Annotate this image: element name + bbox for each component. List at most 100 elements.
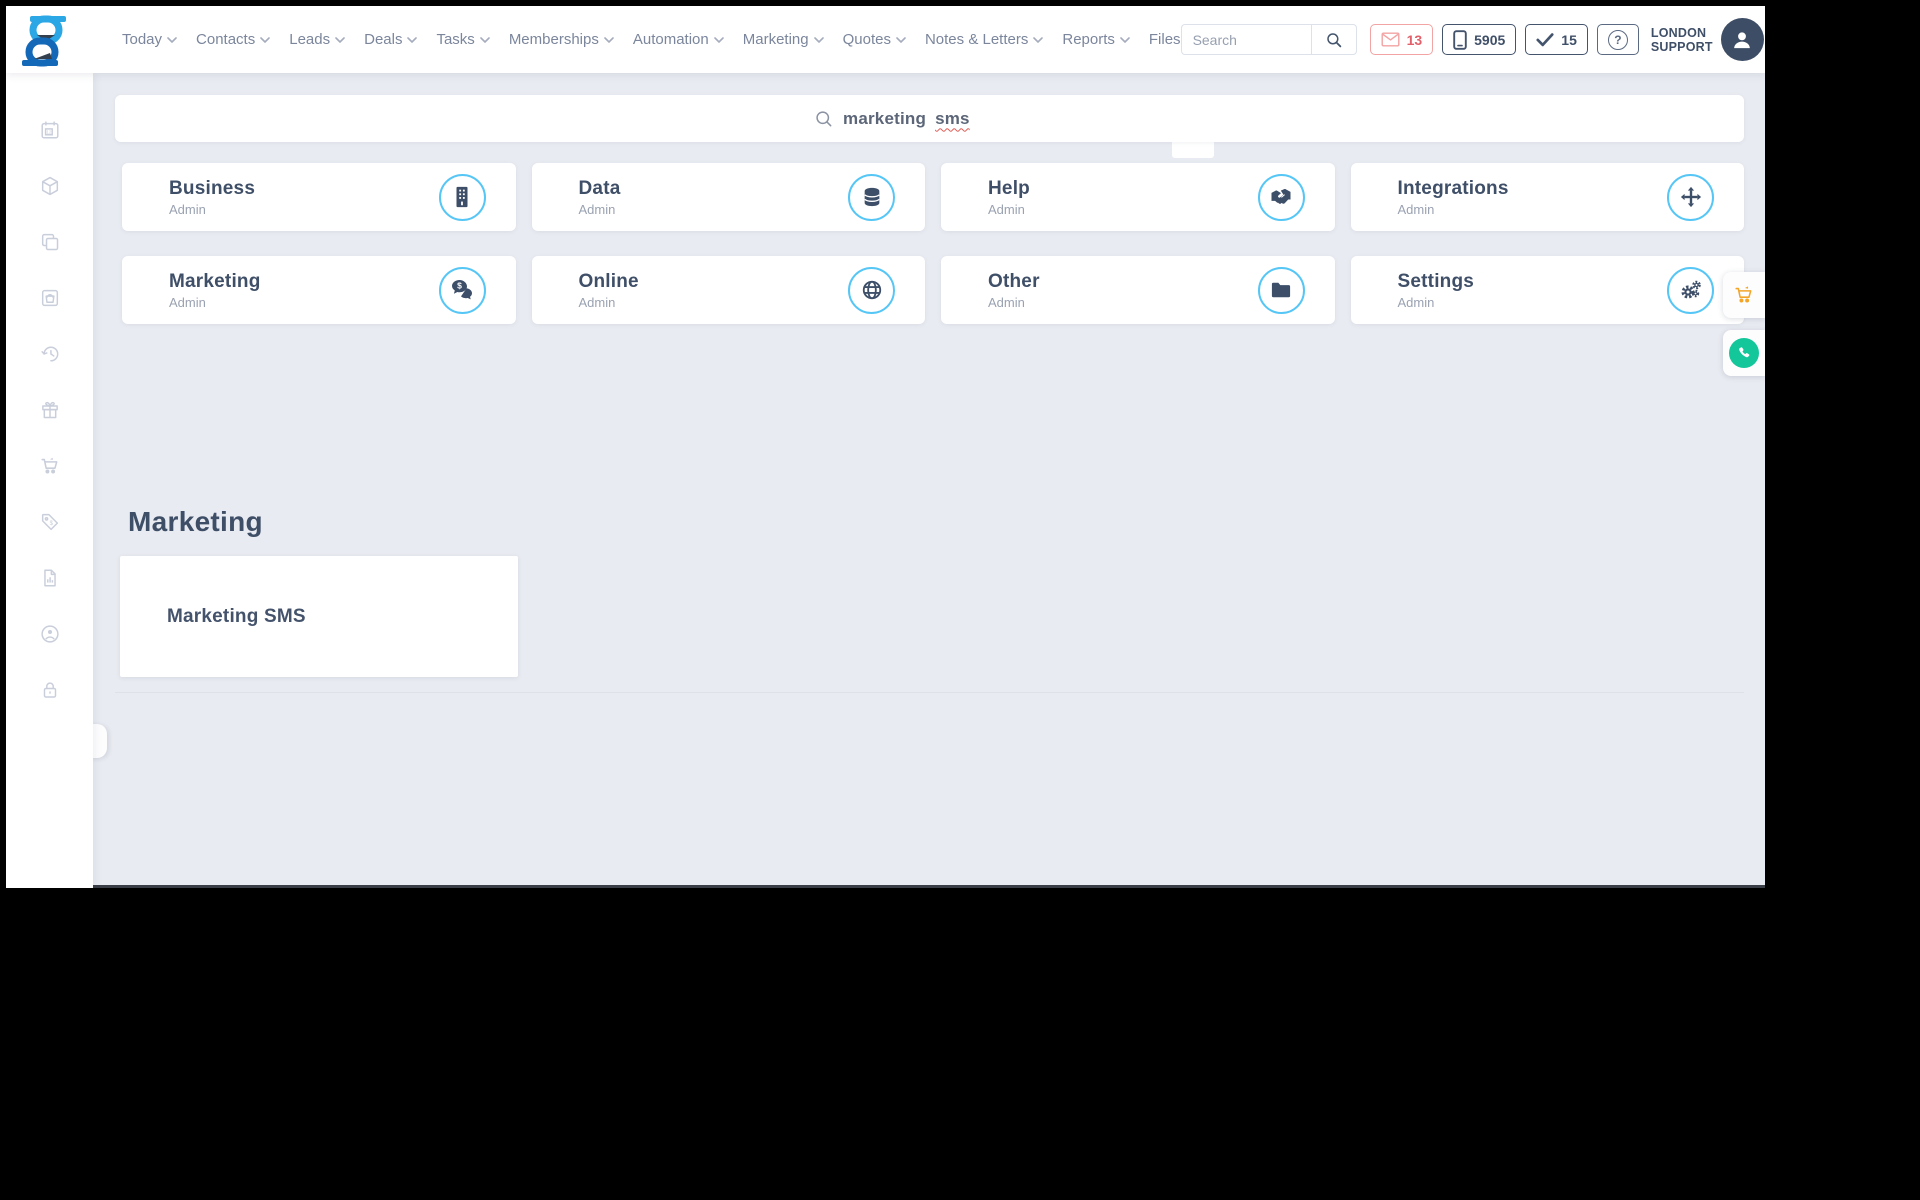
- nav-item-marketing[interactable]: Marketing: [743, 31, 824, 48]
- chevron-down-icon: [604, 37, 614, 44]
- card-subtitle: Admin: [578, 294, 616, 310]
- bottom-edge-line: [6, 885, 1765, 888]
- mail-notifications-badge[interactable]: 13: [1369, 24, 1434, 55]
- chevron-down-icon: [407, 37, 418, 44]
- category-card-settings[interactable]: Settings Admin: [1350, 256, 1744, 324]
- chevron-down-icon: [167, 37, 177, 44]
- nav-label: Deals: [364, 31, 403, 48]
- category-card-help[interactable]: Help Admin: [941, 163, 1335, 231]
- chevron-down-icon: [713, 37, 724, 44]
- cart-float-button[interactable]: [1723, 272, 1765, 318]
- gift-icon[interactable]: [39, 399, 61, 421]
- section-heading: Marketing: [128, 506, 263, 537]
- nav-label: Automation: [632, 31, 709, 48]
- result-card-marketing-sms[interactable]: Marketing SMS: [120, 556, 518, 677]
- bag-icon[interactable]: [39, 287, 61, 309]
- checkmark-icon: [1536, 33, 1554, 47]
- search-panel-notch: [1172, 140, 1214, 158]
- category-card-integrations[interactable]: Integrations Admin: [1350, 163, 1744, 231]
- gears-icon: [1667, 266, 1714, 314]
- phone-calls-badge[interactable]: 5905: [1442, 24, 1517, 55]
- card-subtitle: Admin: [1397, 201, 1435, 217]
- phone-icon: [1729, 338, 1759, 368]
- svg-text:$: $: [49, 521, 53, 527]
- module-search-query[interactable]: marketing sms: [814, 95, 970, 142]
- nav-item-today[interactable]: Today: [122, 31, 177, 48]
- app-logo-hourglass-icon[interactable]: [20, 15, 68, 67]
- main-nav: Today Contacts Leads Deals Tasks Members…: [122, 31, 1181, 48]
- report-icon[interactable]: [39, 567, 61, 589]
- nav-item-deals[interactable]: Deals: [364, 31, 418, 48]
- card-subtitle: Admin: [1397, 294, 1435, 310]
- account-name: LONDON SUPPORT: [1651, 26, 1713, 54]
- left-sidebar: 12 $: [6, 73, 93, 888]
- search-icon: [1326, 32, 1341, 47]
- chevron-down-icon: [813, 37, 824, 44]
- nav-item-automation[interactable]: Automation: [633, 31, 724, 48]
- account-name-line2: SUPPORT: [1650, 39, 1713, 54]
- result-label: Marketing SMS: [167, 605, 306, 627]
- mail-count: 13: [1406, 31, 1423, 48]
- top-navbar: Today Contacts Leads Deals Tasks Members…: [6, 6, 1765, 73]
- history-icon[interactable]: [39, 343, 61, 365]
- move-arrows-icon: [1667, 173, 1714, 221]
- comments-dollar-icon: $: [438, 266, 486, 314]
- chevron-down-icon: [896, 37, 906, 44]
- module-search-panel[interactable]: marketing sms: [115, 95, 1744, 142]
- svg-text:12: 12: [46, 130, 52, 135]
- query-word: marketing: [843, 108, 927, 128]
- category-card-data[interactable]: Data Admin: [531, 163, 925, 231]
- nav-label: Files: [1148, 31, 1181, 48]
- nav-label: Tasks: [436, 31, 475, 48]
- card-title: Marketing: [169, 270, 261, 292]
- card-subtitle: Admin: [988, 294, 1025, 310]
- category-card-online[interactable]: Online Admin: [531, 256, 925, 324]
- nav-item-notes-letters[interactable]: Notes & Letters: [924, 31, 1044, 48]
- question-mark-icon: ?: [1607, 29, 1628, 50]
- nav-label: Contacts: [196, 31, 256, 48]
- nav-item-contacts[interactable]: Contacts: [196, 31, 271, 48]
- search-icon: [816, 110, 832, 126]
- card-title: Business: [169, 177, 256, 199]
- nav-label: Today: [122, 31, 163, 48]
- nav-item-memberships[interactable]: Memberships: [509, 31, 614, 48]
- global-search-button[interactable]: [1310, 24, 1357, 55]
- help-button[interactable]: ?: [1596, 24, 1639, 55]
- cart-icon: [1735, 286, 1752, 303]
- card-subtitle: Admin: [988, 201, 1025, 217]
- section-divider: [115, 692, 1744, 693]
- cart-icon[interactable]: [39, 455, 61, 477]
- chevron-down-icon: [335, 37, 345, 44]
- chevron-down-icon: [1033, 37, 1044, 44]
- card-title: Settings: [1397, 270, 1475, 292]
- phone-float-button[interactable]: [1723, 330, 1765, 376]
- nav-item-reports[interactable]: Reports: [1062, 31, 1130, 48]
- nav-label: Reports: [1062, 31, 1115, 48]
- nav-label: Quotes: [842, 31, 891, 48]
- global-search-input[interactable]: [1180, 24, 1311, 55]
- header-right-cluster: 13 5905 15 ? LONDON SUPPORT: [1180, 18, 1764, 61]
- category-card-marketing[interactable]: Marketing Admin $: [122, 256, 516, 324]
- database-icon: [848, 173, 895, 221]
- nav-label: Notes & Letters: [924, 31, 1029, 48]
- nav-item-tasks[interactable]: Tasks: [436, 31, 490, 48]
- user-circle-icon[interactable]: [39, 623, 61, 645]
- nav-item-quotes[interactable]: Quotes: [843, 31, 906, 48]
- card-subtitle: Admin: [169, 201, 206, 217]
- price-tag-icon[interactable]: $: [39, 511, 61, 533]
- person-icon: [1734, 31, 1751, 48]
- nav-item-leads[interactable]: Leads: [289, 31, 345, 48]
- nav-item-files[interactable]: Files: [1149, 31, 1181, 48]
- folder-icon: [1257, 266, 1305, 314]
- cube-icon[interactable]: [39, 175, 61, 197]
- category-card-business[interactable]: Business Admin: [122, 163, 516, 231]
- card-title: Online: [578, 270, 639, 292]
- copy-icon[interactable]: [39, 231, 61, 253]
- chevron-down-icon: [260, 37, 271, 44]
- category-card-other[interactable]: Other Admin: [941, 256, 1335, 324]
- user-avatar[interactable]: [1720, 18, 1764, 61]
- tasks-done-badge[interactable]: 15: [1525, 24, 1588, 55]
- lock-icon[interactable]: [39, 679, 61, 701]
- calendar-icon[interactable]: 12: [39, 119, 61, 141]
- building-icon: [438, 173, 486, 221]
